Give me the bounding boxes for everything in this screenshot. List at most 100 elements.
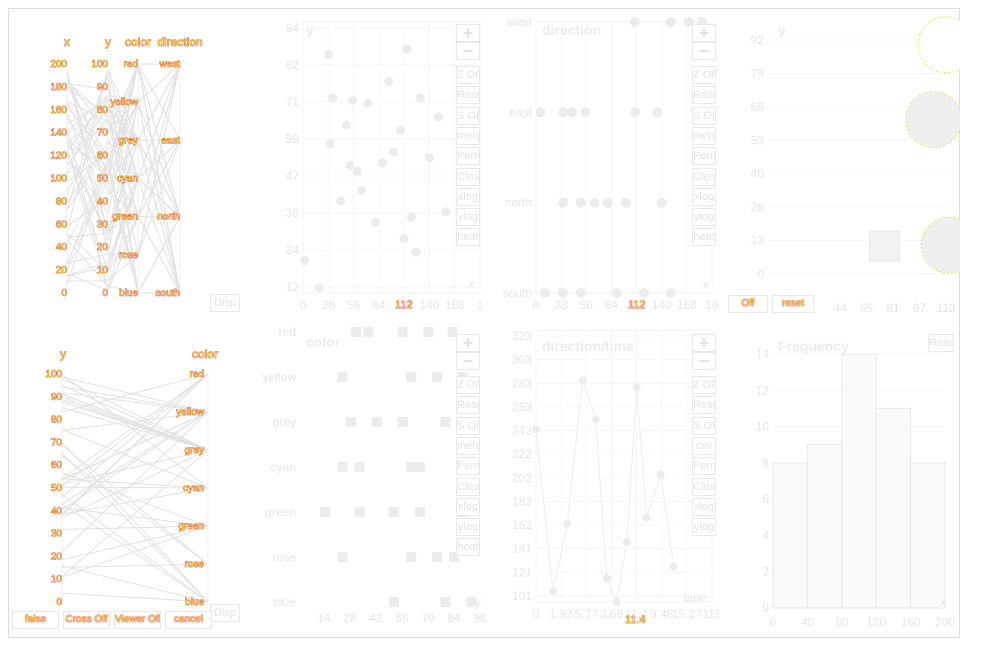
bubble-reset-button[interactable]: reset	[772, 295, 814, 313]
z-off-button[interactable]: Z OFF	[692, 66, 716, 84]
heat-button[interactable]: heat	[456, 538, 480, 557]
color-axis-tick: cyan	[117, 174, 138, 185]
data-point	[665, 288, 676, 298]
xlog-button[interactable]: xlog	[456, 497, 480, 516]
data-point	[620, 197, 631, 208]
y-axis-tick: red	[279, 325, 296, 339]
zoom-in-button[interactable]: +	[692, 334, 716, 352]
data-point	[300, 256, 310, 265]
display-toggle-top[interactable]: Disp	[210, 294, 241, 312]
color-axis-tick: green	[112, 212, 138, 223]
selected-time-value: 11.4	[625, 614, 646, 626]
data-bubble	[920, 216, 960, 274]
x-axis-tick: 140	[419, 298, 439, 312]
data-point	[557, 288, 568, 298]
zoom-out-button[interactable]: −	[692, 42, 716, 60]
y-axis-tick: 50	[51, 483, 63, 494]
permo-button[interactable]: PermO	[456, 147, 480, 166]
zoom-in-button[interactable]: +	[456, 334, 480, 352]
zoom-in-button[interactable]: +	[456, 24, 480, 42]
histogram-reset-button[interactable]: Reset	[928, 334, 954, 352]
ylog-button[interactable]: ylog	[692, 208, 716, 227]
x-axis-tick: 97	[913, 301, 927, 315]
s-off-button[interactable]: S OFF	[456, 416, 480, 435]
data-point	[389, 507, 399, 517]
data-point	[656, 470, 665, 479]
x-axis-tick: 160	[50, 105, 67, 116]
y-axis-tick: yellow	[263, 370, 297, 384]
z-off-button[interactable]: Z OFF	[692, 376, 716, 394]
zoom-out-button[interactable]: −	[692, 352, 716, 370]
reset-button[interactable]: Reset	[456, 396, 480, 415]
x-axis-tick: 9.46	[650, 607, 674, 621]
x-axis-tick: 28	[554, 298, 568, 312]
xlog-button[interactable]: xlog	[692, 187, 716, 206]
histogram-plot[interactable]: 141210864200 40 80 120 160 200x	[745, 320, 960, 630]
y-axis-tick: 10	[756, 420, 770, 434]
zoom-out-button[interactable]: −	[456, 352, 480, 370]
csv-button[interactable]: csv	[692, 436, 716, 455]
color-axis-tick: red	[190, 369, 204, 380]
clear-button[interactable]: Clear	[456, 167, 480, 186]
s-off-button[interactable]: S OFF	[692, 106, 716, 125]
x-axis-tick: 44	[833, 301, 847, 315]
clear-button[interactable]: Clear	[456, 477, 480, 496]
pcp-axis-header: direction	[157, 35, 202, 49]
cancel-button[interactable]: cancel	[165, 611, 212, 629]
parallel-coords-bottom[interactable]: y1009080706050403020100colorredyellowgre…	[10, 340, 250, 610]
clear-button[interactable]: Clear	[692, 477, 716, 496]
plot-area	[535, 21, 713, 294]
x-axis-tick: 200	[50, 59, 67, 70]
heat-button[interactable]: heat	[456, 228, 480, 247]
pcp-axis-header: color	[192, 347, 218, 361]
x-axis-tick: 0	[61, 288, 67, 299]
bubble-off-button[interactable]: Off	[728, 295, 768, 313]
zoom-out-button[interactable]: −	[456, 42, 480, 60]
x-axis-tick: 119	[702, 607, 720, 621]
data-point	[589, 197, 600, 208]
data-point	[549, 587, 557, 595]
false-button[interactable]: false	[12, 611, 59, 629]
s-off-button[interactable]: S OFF	[692, 416, 716, 435]
permo-button[interactable]: PermO	[692, 147, 716, 166]
histogram-title: Frequency	[778, 338, 849, 354]
reset-button[interactable]: Reset	[692, 396, 716, 415]
clear-button[interactable]: Clear	[692, 167, 716, 186]
z-off-button[interactable]: Z OFF	[456, 66, 480, 84]
mergeo-button[interactable]: mergeO	[456, 436, 480, 455]
x-axis-tick: 56	[580, 298, 594, 312]
data-point	[346, 417, 356, 427]
x-axis-tick: 20	[56, 265, 68, 276]
pcp-axis-header: x	[64, 35, 70, 49]
ylog-button[interactable]: ylog	[456, 518, 480, 537]
cross-off-button[interactable]: Cross Off	[63, 611, 110, 629]
xlog-button[interactable]: xlog	[692, 497, 716, 516]
z-off-button[interactable]: Z OFF	[456, 376, 480, 394]
viewer-off-button[interactable]: Viewer Off	[114, 611, 161, 629]
color-axis-tick: yellow	[176, 407, 205, 418]
scatter-x-direction[interactable]: west east north south0 28 56 84 112 140 168 19 x	[500, 10, 720, 315]
display-toggle-bottom[interactable]: Disp	[210, 604, 241, 622]
ylog-button[interactable]: ylog	[456, 208, 480, 227]
histogram-bar	[841, 353, 877, 609]
y-axis-tick: 0	[757, 267, 764, 281]
data-point	[336, 196, 346, 206]
data-point	[411, 247, 421, 257]
reset-button[interactable]: Reset	[692, 86, 716, 105]
data-point	[314, 283, 324, 293]
mergeo-button[interactable]: mergeO	[692, 126, 716, 145]
reset-button[interactable]: Reset	[456, 86, 480, 105]
time-series-plot[interactable]: 323 303 283 263 242 222 202 182 162 141 121 1010 1.9…	[500, 320, 720, 630]
data-point	[406, 462, 417, 472]
ylog-button[interactable]: ylog	[692, 518, 716, 537]
parallel-coords-top[interactable]: x200180160140120100806040200y10090807060…	[10, 30, 250, 315]
permo-button[interactable]: PermO	[456, 457, 480, 476]
x-axis-tick: 200	[935, 615, 955, 629]
bubble-plot[interactable]: 92 79 66 53 40 26 13 0 44 65 81 97 113	[730, 10, 960, 315]
mergeo-button[interactable]: mergeO	[456, 126, 480, 145]
permo-button[interactable]: PermO	[692, 457, 716, 476]
heat-button[interactable]: heat	[692, 228, 716, 247]
zoom-in-button[interactable]: +	[692, 24, 716, 42]
xlog-button[interactable]: xlog	[456, 187, 480, 206]
s-off-button[interactable]: S OFF	[456, 106, 480, 125]
